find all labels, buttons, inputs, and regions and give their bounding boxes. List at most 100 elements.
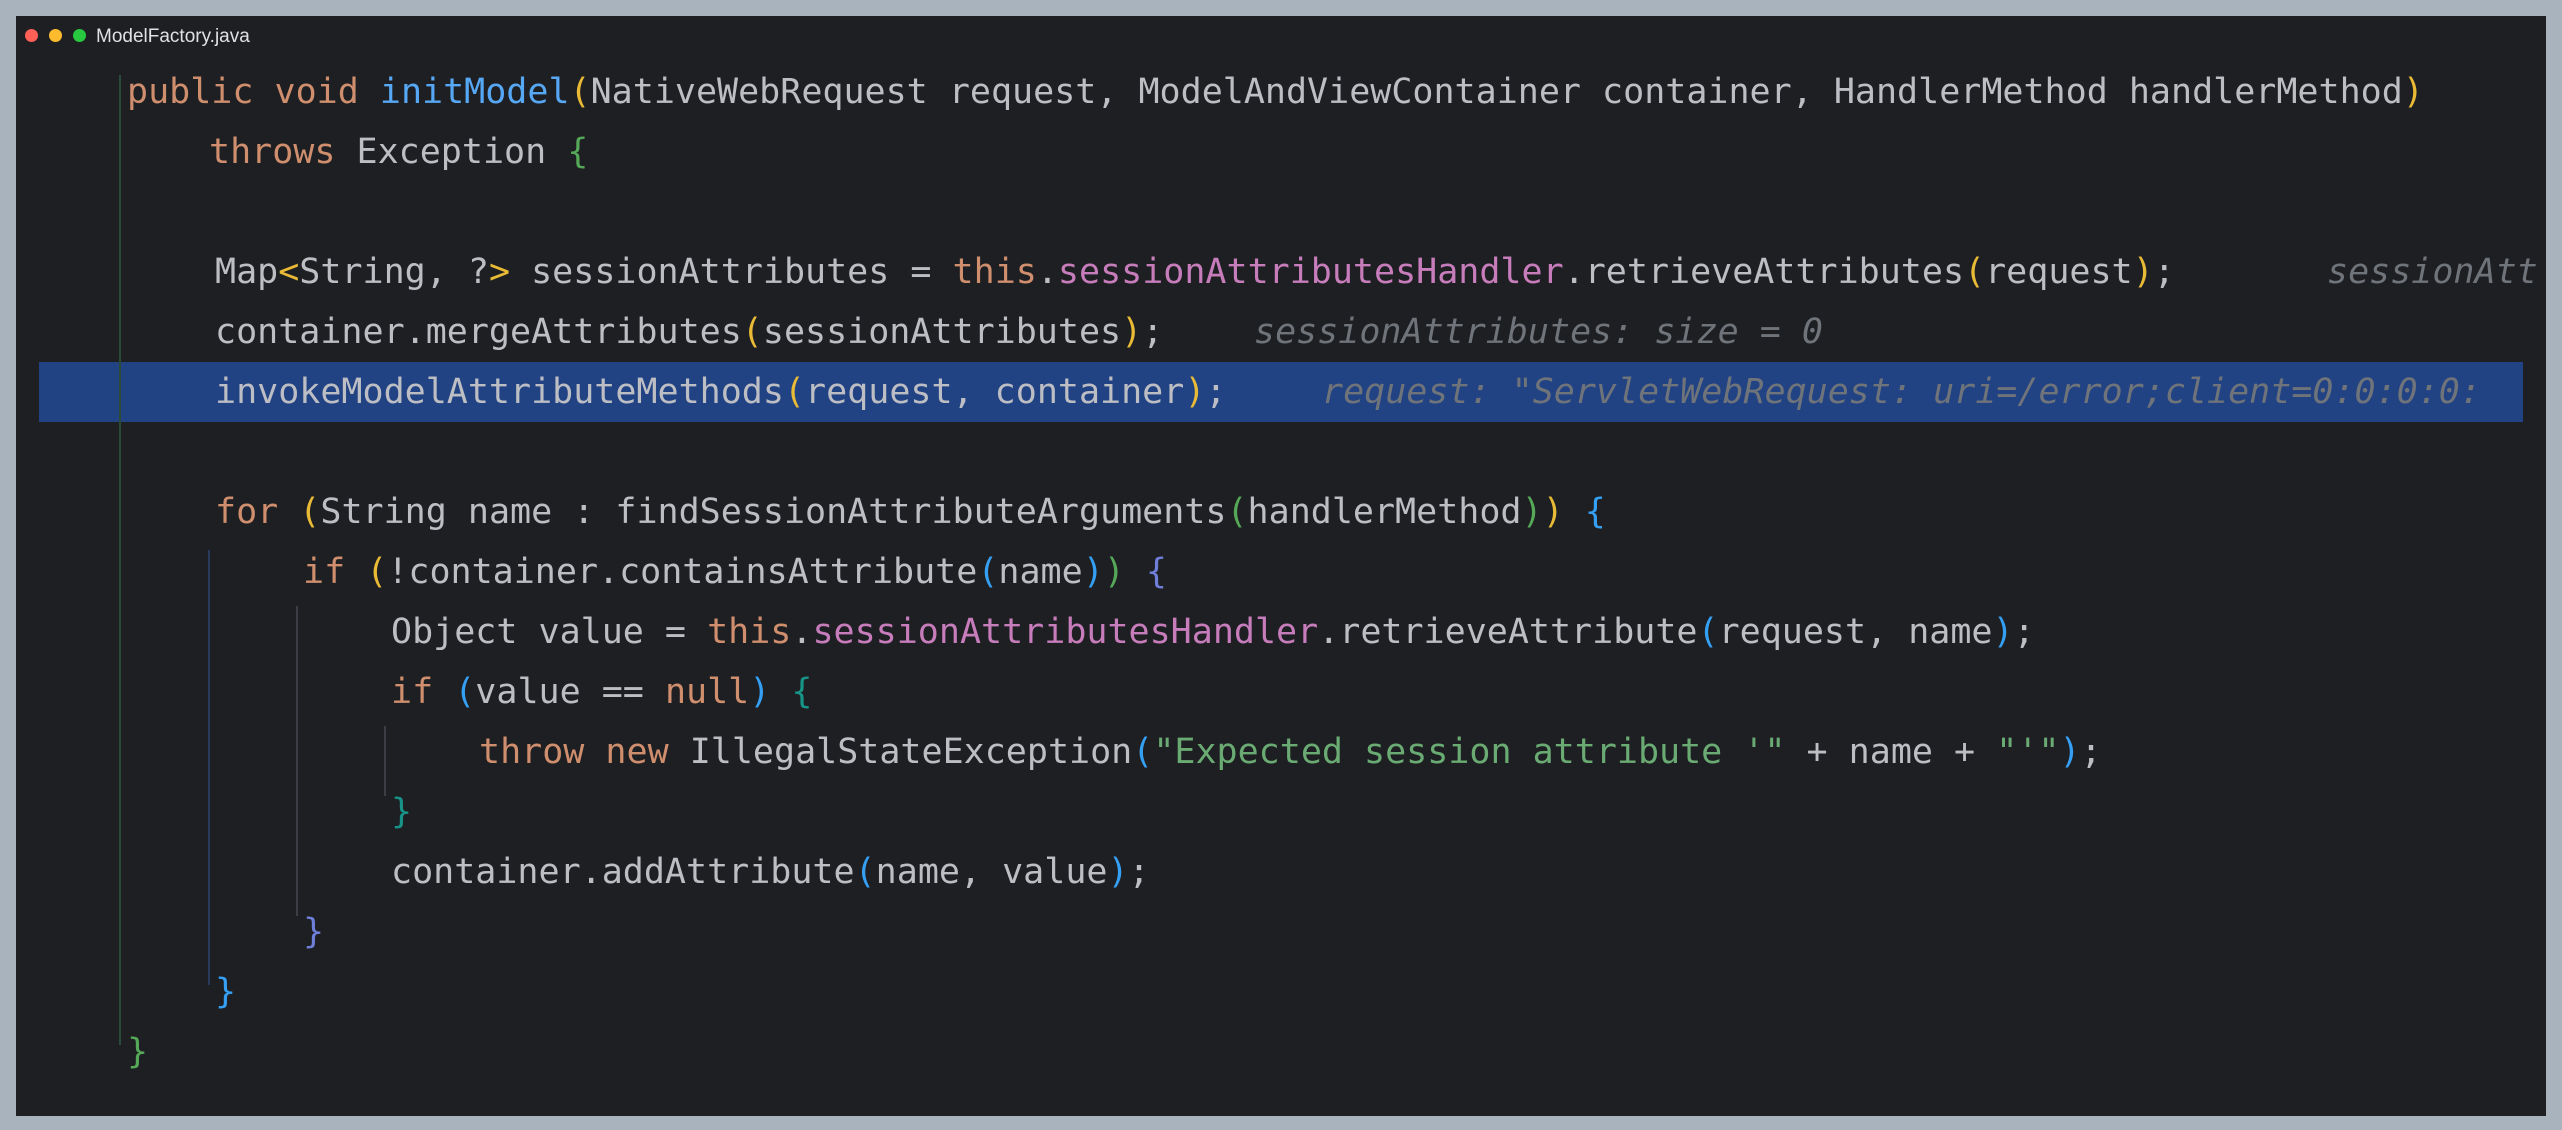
code-editor[interactable]: public void initModel(NativeWebRequest r… bbox=[16, 16, 2546, 1116]
brace: } bbox=[303, 912, 325, 952]
method-call: !container.containsAttribute bbox=[387, 552, 978, 592]
paren: ( bbox=[454, 672, 476, 712]
paren: ( bbox=[1132, 732, 1154, 772]
brace: } bbox=[391, 792, 413, 832]
brace: } bbox=[127, 1032, 149, 1072]
brace: { bbox=[567, 132, 589, 172]
paren: ( bbox=[1964, 252, 1986, 292]
paren: ( bbox=[741, 312, 763, 352]
method-call: container.mergeAttributes bbox=[215, 312, 742, 352]
variable: value bbox=[475, 672, 602, 712]
string-literal: "'" bbox=[1996, 732, 2060, 772]
declaration: Object value = bbox=[391, 612, 708, 652]
dot: . bbox=[791, 612, 813, 652]
editor-window: ModelFactory.java public void initModel(… bbox=[16, 16, 2546, 1116]
brace: { bbox=[1563, 492, 1606, 532]
paren: ( bbox=[299, 492, 321, 532]
argument: request, name bbox=[1718, 612, 1993, 652]
method-call: invokeModelAttributeMethods bbox=[215, 372, 784, 412]
brace: } bbox=[215, 972, 237, 1012]
argument: sessionAttributes bbox=[762, 312, 1122, 352]
code-line-8: Object value = this.sessionAttributesHan… bbox=[16, 602, 2546, 662]
paren: ( bbox=[366, 552, 388, 592]
keyword: throw new bbox=[479, 732, 690, 772]
code-line-11: } bbox=[16, 782, 2546, 842]
semicolon: ; bbox=[1142, 312, 1164, 352]
keyword: null bbox=[664, 672, 750, 712]
paren: ( bbox=[1697, 612, 1719, 652]
code-line-9: if (value == null) { bbox=[16, 662, 2546, 722]
method-call: .retrieveAttribute bbox=[1318, 612, 1698, 652]
paren: ) bbox=[749, 672, 771, 712]
paren: ( bbox=[1226, 492, 1248, 532]
paren: ) bbox=[1521, 492, 1543, 532]
paren: ) bbox=[1103, 552, 1125, 592]
code-line-2: throws Exception { bbox=[16, 122, 2546, 182]
type-name: Exception bbox=[356, 132, 568, 172]
paren: ) bbox=[2402, 72, 2424, 112]
paren: ( bbox=[854, 852, 876, 892]
paren: ( bbox=[569, 72, 591, 112]
argument: name bbox=[998, 552, 1083, 592]
code-line-3: Map<String, ?> sessionAttributes = this.… bbox=[16, 242, 2546, 302]
argument: handlerMethod bbox=[1247, 492, 1522, 532]
paren: ) bbox=[1121, 312, 1143, 352]
code-line-1: public void initModel(NativeWebRequest r… bbox=[16, 62, 2546, 122]
method-call: .retrieveAttributes bbox=[1563, 252, 1965, 292]
paren: ( bbox=[783, 372, 806, 412]
operator: == bbox=[601, 672, 644, 712]
type-name: IllegalStateException bbox=[689, 732, 1133, 772]
paren: ) bbox=[1992, 612, 2014, 652]
inlay-hint: sessionAtt bbox=[2327, 252, 2538, 292]
code-line-7: if (!container.containsAttribute(name)) … bbox=[16, 542, 2546, 602]
keyword: public void bbox=[127, 72, 380, 112]
brace: { bbox=[1124, 552, 1167, 592]
argument: request, container bbox=[805, 372, 1185, 412]
method-call: container.addAttribute bbox=[391, 852, 855, 892]
inlay-hint: request: "ServletWebRequest: uri=/error;… bbox=[1322, 372, 2481, 412]
argument: name, value bbox=[875, 852, 1108, 892]
type-name: Map bbox=[215, 252, 279, 292]
semicolon: ; bbox=[1205, 372, 1227, 412]
inlay-hint: sessionAttributes: size = 0 bbox=[1254, 312, 1823, 352]
type-args: String, ? bbox=[299, 252, 489, 292]
keyword: this bbox=[952, 252, 1037, 292]
paren: ) bbox=[2059, 732, 2081, 772]
code-line-6: for (String name : findSessionAttributeA… bbox=[16, 482, 2546, 542]
keyword: if bbox=[391, 672, 455, 712]
field: sessionAttributesHandler bbox=[812, 612, 1319, 652]
code-line-13: } bbox=[16, 902, 2546, 962]
paren: ) bbox=[1082, 552, 1104, 592]
keyword: for bbox=[215, 492, 300, 532]
paren: ( bbox=[977, 552, 999, 592]
field: sessionAttributesHandler bbox=[1057, 252, 1564, 292]
semicolon: ; bbox=[2013, 612, 2035, 652]
paren: ) bbox=[2132, 252, 2154, 292]
semicolon: ; bbox=[2153, 252, 2175, 292]
declaration: sessionAttributes = bbox=[510, 252, 953, 292]
paren: ) bbox=[1184, 372, 1206, 412]
argument: request bbox=[1985, 252, 2133, 292]
code-line-4: container.mergeAttributes(sessionAttribu… bbox=[16, 302, 2546, 362]
brace: { bbox=[770, 672, 813, 712]
angle-bracket: < bbox=[278, 252, 300, 292]
paren: ) bbox=[1542, 492, 1564, 532]
semicolon: ; bbox=[2080, 732, 2102, 772]
code-line-14: } bbox=[16, 962, 2546, 1022]
string-literal: "Expected session attribute '" bbox=[1153, 732, 1786, 772]
paren: ) bbox=[1107, 852, 1129, 892]
keyword: throws bbox=[209, 132, 357, 172]
code-line-10: throw new IllegalStateException("Expecte… bbox=[16, 722, 2546, 782]
code-line-15: } bbox=[16, 1022, 2546, 1082]
parameters: NativeWebRequest request, ModelAndViewCo… bbox=[590, 72, 2403, 112]
semicolon: ; bbox=[1128, 852, 1150, 892]
code-line-12: container.addAttribute(name, value); bbox=[16, 842, 2546, 902]
angle-bracket: > bbox=[488, 252, 511, 292]
loop-header: String name : findSessionAttributeArgume… bbox=[320, 492, 1227, 532]
keyword: this bbox=[707, 612, 792, 652]
code-line-5-execution-point: invokeModelAttributeMethods(request, con… bbox=[16, 362, 2546, 422]
dot: . bbox=[1036, 252, 1058, 292]
keyword: if bbox=[303, 552, 367, 592]
method-name: initModel bbox=[379, 72, 570, 112]
